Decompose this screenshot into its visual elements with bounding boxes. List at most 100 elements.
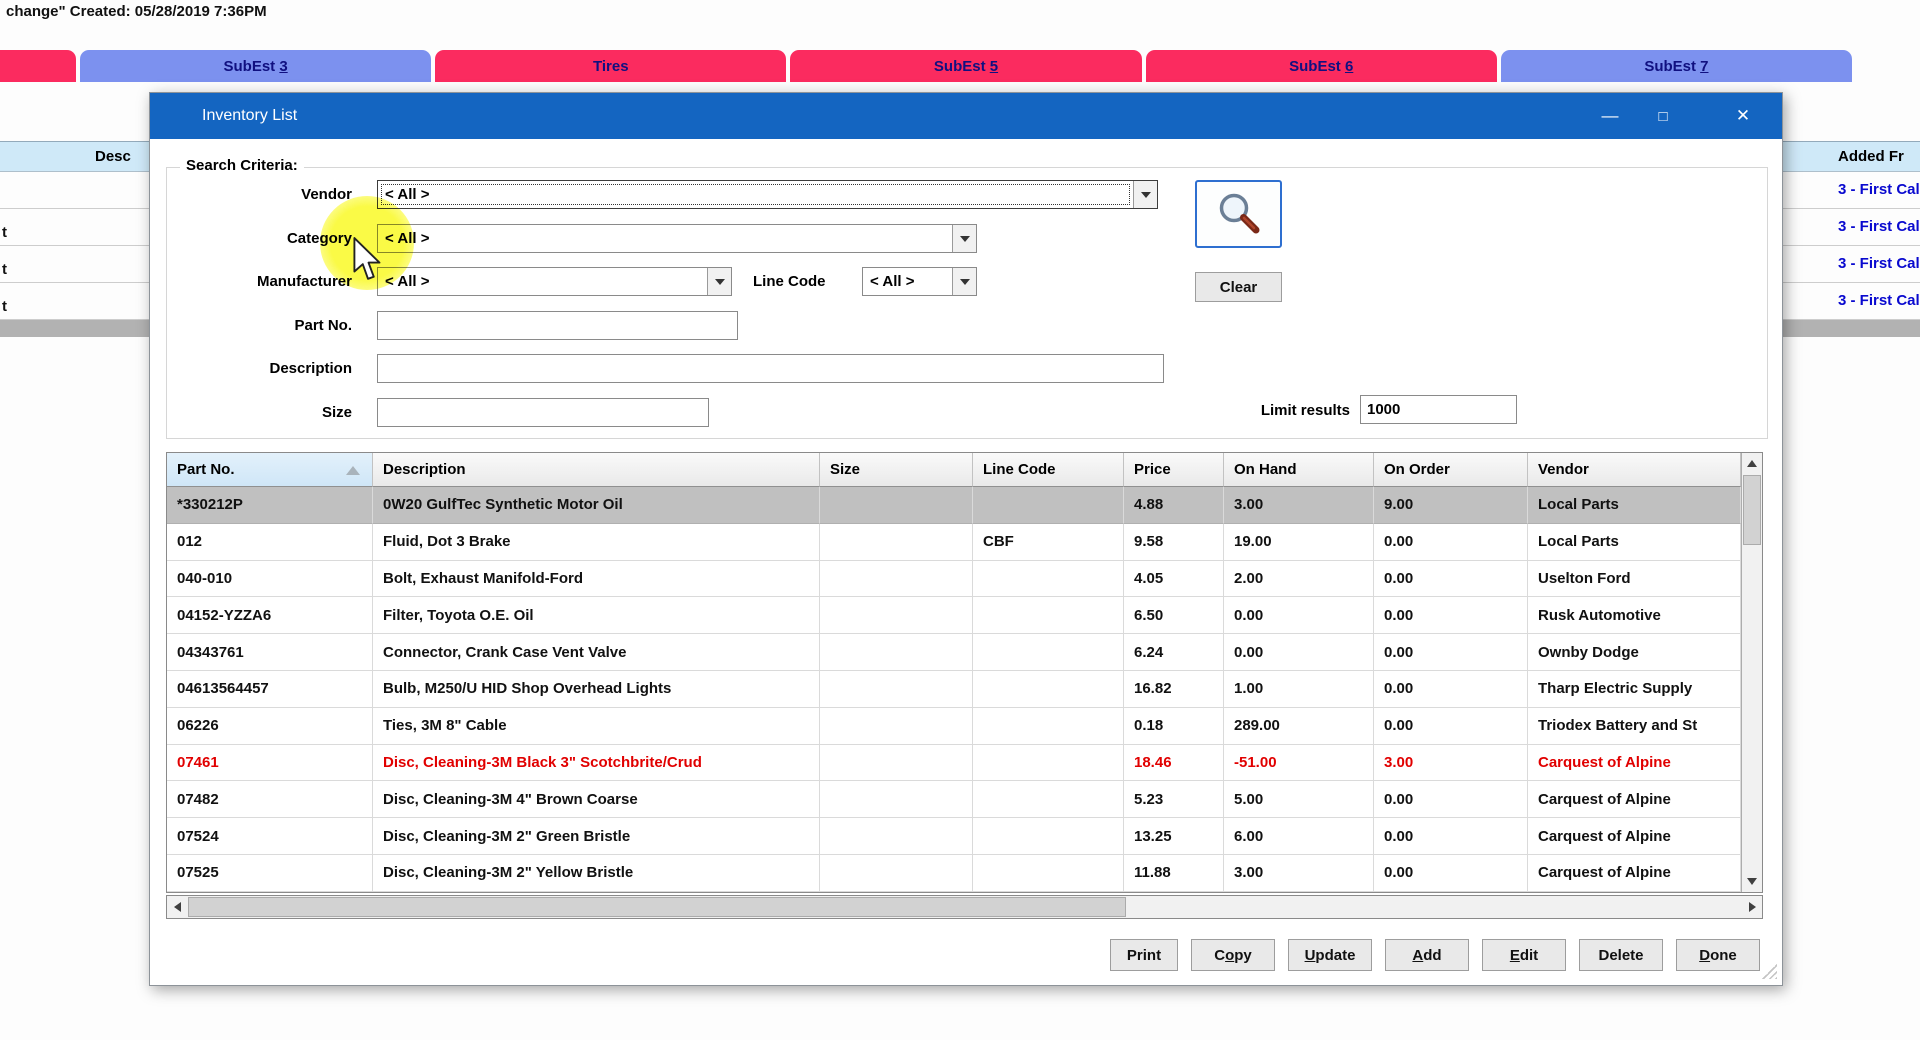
cell-on-hand: 1.00 [1224,671,1374,708]
column-header-price[interactable]: Price [1124,453,1224,487]
cell-description: Connector, Crank Case Vent Valve [373,634,820,671]
limit-results-input[interactable] [1360,395,1517,424]
column-header-on-hand[interactable]: On Hand [1224,453,1374,487]
column-header-on-order[interactable]: On Order [1374,453,1528,487]
cell-price: 0.18 [1124,708,1224,745]
cell-on-order: 9.00 [1374,487,1528,524]
cell-part-no: 04613564457 [167,671,373,708]
cell-part-no: 07524 [167,818,373,855]
cell-on-hand: 6.00 [1224,818,1374,855]
resize-grip[interactable] [1762,964,1777,979]
description-label: Description [171,359,352,379]
cell-price: 11.88 [1124,855,1224,892]
inventory-row[interactable]: 07461 Disc, Cleaning-3M Black 3" Scotchb… [167,745,1741,782]
cell-on-hand: 3.00 [1224,855,1374,892]
add-button[interactable]: Add [1385,939,1469,971]
inventory-row[interactable]: *330212P 0W20 GulfTec Synthetic Motor Oi… [167,487,1741,524]
inventory-row[interactable]: 040-010 Bolt, Exhaust Manifold-Ford 4.05… [167,561,1741,598]
inventory-row[interactable]: 06226 Ties, 3M 8" Cable 0.18 289.00 0.00… [167,708,1741,745]
description-input[interactable] [377,354,1164,383]
cell-size [820,708,973,745]
limit-results-label: Limit results [1150,401,1350,421]
inventory-row[interactable]: 012 Fluid, Dot 3 Brake CBF 9.58 19.00 0.… [167,524,1741,561]
cell-part-no: 07482 [167,781,373,818]
tab-subest-7[interactable]: SubEst 7 [1501,50,1852,82]
manufacturer-select[interactable]: < All > [377,267,732,296]
size-input[interactable] [377,398,709,427]
column-header-part-no[interactable]: Part No. [167,453,373,487]
category-select[interactable]: < All > [377,224,977,253]
column-header-size[interactable]: Size [820,453,973,487]
tab-subest-5[interactable]: SubEst 5 [790,50,1141,82]
size-label: Size [171,403,352,423]
close-button[interactable]: ✕ [1726,93,1760,139]
vendor-select[interactable]: < All > [377,180,1158,209]
tab-subest-3[interactable]: SubEst 3 [80,50,431,82]
print-button[interactable]: Print [1110,939,1178,971]
sort-ascending-icon [346,466,360,475]
inventory-row[interactable]: 04152-YZZA6 Filter, Toyota O.E. Oil 6.50… [167,597,1741,634]
cell-part-no: 06226 [167,708,373,745]
chevron-down-icon[interactable] [1133,181,1157,208]
horizontal-scroll-thumb[interactable] [188,897,1126,917]
column-header-description[interactable]: Description [373,453,820,487]
cell-vendor: Uselton Ford [1528,561,1741,598]
cell-vendor: Carquest of Alpine [1528,781,1741,818]
inventory-row[interactable]: 07524 Disc, Cleaning-3M 2" Green Bristle… [167,818,1741,855]
maximize-button[interactable]: □ [1646,93,1680,139]
minimize-button[interactable]: — [1593,93,1627,139]
cell-size [820,671,973,708]
copy-button[interactable]: Copy [1191,939,1275,971]
edit-button[interactable]: Edit [1482,939,1566,971]
cell-on-order: 0.00 [1374,671,1528,708]
scroll-down-button[interactable] [1742,871,1762,892]
estimate-tab-bar: SubEst 3 Tires SubEst 5 SubEst 6 SubEst … [80,50,1852,82]
cell-description: Filter, Toyota O.E. Oil [373,597,820,634]
cell-line-code [973,745,1124,782]
column-header-line-code[interactable]: Line Code [973,453,1124,487]
cell-part-no: 04152-YZZA6 [167,597,373,634]
chevron-down-icon[interactable] [952,268,976,295]
dialog-titlebar[interactable]: Inventory List — □ ✕ [150,93,1782,139]
tab-subest-6[interactable]: SubEst 6 [1146,50,1497,82]
tab-tires[interactable]: Tires [435,50,786,82]
cell-on-hand: -51.00 [1224,745,1374,782]
cell-on-order: 0.00 [1374,818,1528,855]
cell-size [820,561,973,598]
scroll-right-button[interactable] [1742,896,1762,918]
inventory-row[interactable]: 07482 Disc, Cleaning-3M 4" Brown Coarse … [167,781,1741,818]
tab-partial-left[interactable] [0,50,76,82]
minimize-icon: — [1602,106,1619,126]
chevron-down-icon[interactable] [952,225,976,252]
scroll-up-button[interactable] [1742,453,1762,474]
scroll-left-button[interactable] [167,896,187,918]
cell-price: 18.46 [1124,745,1224,782]
clear-button[interactable]: Clear [1195,272,1282,302]
inventory-row[interactable]: 07525 Disc, Cleaning-3M 2" Yellow Bristl… [167,855,1741,892]
cell-on-hand: 0.00 [1224,597,1374,634]
done-button[interactable]: Done [1676,939,1760,971]
cell-vendor: Carquest of Alpine [1528,745,1741,782]
delete-button[interactable]: Delete [1579,939,1663,971]
column-header-added-from: Added Fr [1838,142,1904,172]
vertical-scrollbar[interactable] [1741,453,1762,892]
cell-vendor: Triodex Battery and St [1528,708,1741,745]
cell-vendor: Carquest of Alpine [1528,855,1741,892]
chevron-down-icon[interactable] [707,268,731,295]
cell-line-code [973,708,1124,745]
cell-on-hand: 289.00 [1224,708,1374,745]
cell-vendor: Carquest of Alpine [1528,818,1741,855]
column-header-vendor[interactable]: Vendor [1528,453,1741,487]
cell-on-hand: 2.00 [1224,561,1374,598]
cell-vendor: Tharp Electric Supply [1528,671,1741,708]
inventory-row[interactable]: 04343761 Connector, Crank Case Vent Valv… [167,634,1741,671]
part-no-input[interactable] [377,311,738,340]
horizontal-scrollbar[interactable] [166,895,1763,919]
cell-vendor: Ownby Dodge [1528,634,1741,671]
arrow-up-icon [1747,460,1757,467]
update-button[interactable]: Update [1288,939,1372,971]
inventory-row[interactable]: 04613564457 Bulb, M250/U HID Shop Overhe… [167,671,1741,708]
vertical-scroll-thumb[interactable] [1743,475,1761,545]
line-code-select[interactable]: < All > [862,267,977,296]
search-button[interactable] [1195,180,1282,248]
